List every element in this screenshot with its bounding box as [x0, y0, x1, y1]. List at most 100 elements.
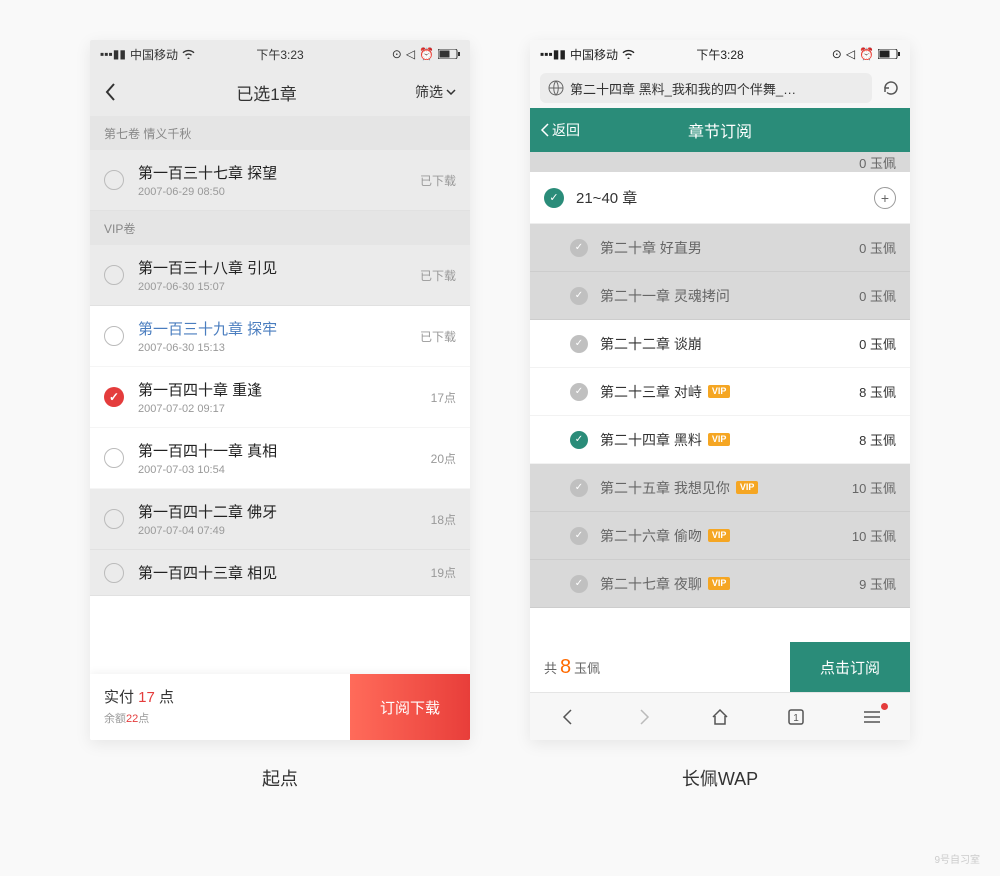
vip-badge: VIP: [708, 577, 731, 590]
chapter-title: 第一百三十七章 探望: [138, 162, 420, 183]
select-radio[interactable]: [104, 448, 124, 468]
chapter-status: 已下载: [420, 267, 456, 284]
browser-url-bar: 第二十四章 黑料_我和我的四个伴舞_…: [530, 68, 910, 108]
pay-line: 实付 17 点: [104, 686, 336, 707]
chapter-title: 第一百三十八章 引见: [138, 257, 420, 278]
select-radio[interactable]: [104, 563, 124, 583]
chapter-row[interactable]: 第一百三十八章 引见2007-06-30 15:07已下载: [90, 245, 470, 306]
check-icon[interactable]: [570, 239, 588, 257]
nav-forward-icon[interactable]: [632, 705, 656, 729]
chapter-row[interactable]: 第二十一章 灵魂拷问0 玉佩: [530, 272, 910, 320]
chapter-status: 19点: [431, 564, 456, 581]
subscribe-button[interactable]: 点击订阅: [790, 642, 910, 692]
chapter-title: 第二十六章 偷吻 VIP: [600, 526, 852, 546]
screenshot-label: 起点: [262, 765, 298, 791]
chapter-row[interactable]: 第二十六章 偷吻 VIP10 玉佩: [530, 512, 910, 560]
vip-badge: VIP: [708, 433, 731, 446]
carrier-label: 中国移动: [130, 46, 178, 63]
check-icon[interactable]: [570, 383, 588, 401]
chapter-title: 第二十一章 灵魂拷问: [600, 286, 859, 306]
section-header: 第七卷 情义千秋: [90, 116, 470, 150]
globe-icon: [548, 80, 564, 96]
chapter-title: 第二十二章 谈崩: [600, 334, 859, 354]
check-icon[interactable]: [570, 527, 588, 545]
chapter-row[interactable]: 第二十五章 我想见你 VIP10 玉佩: [530, 464, 910, 512]
wifi-icon: [622, 49, 635, 59]
back-button[interactable]: 返回: [540, 120, 580, 140]
chapter-price: 9 玉佩: [859, 574, 896, 593]
filter-label: 筛选: [415, 82, 443, 102]
chapter-row[interactable]: 第一百三十七章 探望 2007-06-29 08:50已下载: [90, 150, 470, 211]
chapter-group-row[interactable]: 21~40 章 +: [530, 172, 910, 224]
chapter-title: 第一百四十三章 相见: [138, 562, 431, 583]
select-radio[interactable]: [104, 509, 124, 529]
signal-icon: ▪▪▪▮▮: [100, 47, 126, 61]
vip-badge: VIP: [736, 481, 759, 494]
time-label: 下午3:23: [256, 46, 303, 63]
status-bar: ▪▪▪▮▮ 中国移动 下午3:23 ⊙ ◁ ⏰: [90, 40, 470, 68]
chapter-date: 2007-07-03 10:54: [138, 464, 431, 476]
chapter-row[interactable]: 第二十三章 对峙 VIP8 玉佩: [530, 368, 910, 416]
chapter-status: 17点: [431, 389, 456, 406]
select-radio[interactable]: [104, 326, 124, 346]
back-icon[interactable]: [104, 82, 118, 102]
chapter-row[interactable]: 第二十二章 谈崩0 玉佩: [530, 320, 910, 368]
chapter-row[interactable]: 第一百四十二章 佛牙2007-07-04 07:4918点: [90, 489, 470, 550]
check-icon: [544, 188, 564, 208]
check-icon[interactable]: [570, 335, 588, 353]
check-icon[interactable]: [570, 287, 588, 305]
chapter-row[interactable]: 第一百四十一章 真相 2007-07-03 10:5420点: [90, 428, 470, 489]
footer-info: 实付 17 点 余额22点: [90, 674, 350, 740]
chapter-title: 第一百四十二章 佛牙: [138, 501, 431, 522]
check-icon[interactable]: [570, 431, 588, 449]
chapter-list: 第二十章 好直男0 玉佩第二十一章 灵魂拷问0 玉佩第二十二章 谈崩0 玉佩第二…: [530, 224, 910, 608]
chapter-status: 20点: [431, 450, 456, 467]
select-radio[interactable]: [104, 170, 124, 190]
chapter-price: 10 玉佩: [852, 526, 896, 545]
chapter-title: 第二十五章 我想见你 VIP: [600, 478, 852, 498]
chapter-title: 第二十章 好直男: [600, 238, 859, 258]
chapter-row[interactable]: 第二十章 好直男0 玉佩: [530, 224, 910, 272]
select-radio[interactable]: [104, 265, 124, 285]
balance-line: 余额22点: [104, 710, 336, 726]
time-label: 下午3:28: [696, 46, 743, 63]
chapter-status: 已下载: [420, 172, 456, 189]
menu-icon[interactable]: [860, 705, 884, 729]
signal-icon: ▪▪▪▮▮: [540, 47, 566, 61]
chevron-down-icon: [446, 89, 456, 95]
home-icon[interactable]: [708, 705, 732, 729]
check-icon[interactable]: [570, 479, 588, 497]
wifi-icon: [182, 49, 195, 59]
notification-dot: [881, 703, 888, 710]
reload-icon[interactable]: [882, 79, 900, 97]
chapter-row[interactable]: 第二十七章 夜聊 VIP9 玉佩: [530, 560, 910, 608]
url-field[interactable]: 第二十四章 黑料_我和我的四个伴舞_…: [540, 73, 872, 103]
chapter-title: 第一百四十一章 真相: [138, 440, 431, 461]
chapter-row[interactable]: 第一百四十章 重逢2007-07-02 09:1717点: [90, 367, 470, 428]
filter-button[interactable]: 筛选: [415, 82, 456, 102]
tabs-icon[interactable]: 1: [784, 705, 808, 729]
check-icon[interactable]: [570, 575, 588, 593]
vip-badge: VIP: [708, 385, 731, 398]
battery-icon: [438, 49, 460, 59]
orientation-icon: ⊙: [832, 47, 842, 61]
expand-icon[interactable]: +: [874, 187, 896, 209]
chapter-row[interactable]: 第一百三十九章 探牢2007-06-30 15:13已下载: [90, 306, 470, 367]
chapter-date: 2007-06-29 08:50: [138, 186, 420, 198]
chapter-row[interactable]: 第二十四章 黑料 VIP8 玉佩: [530, 416, 910, 464]
page-title: 已选1章: [236, 80, 296, 105]
chapter-price: 0 玉佩: [859, 238, 896, 257]
qidian-phone: ▪▪▪▮▮ 中国移动 下午3:23 ⊙ ◁ ⏰ 已选1章: [90, 40, 470, 740]
nav-back-icon[interactable]: [556, 705, 580, 729]
purchase-footer: 实付 17 点 余额22点 订阅下载: [90, 674, 470, 740]
subscribe-download-button[interactable]: 订阅下载: [350, 674, 470, 740]
chapter-price: 0 玉佩: [859, 286, 896, 305]
group-title: 21~40 章: [576, 187, 874, 208]
select-radio[interactable]: [104, 387, 124, 407]
vip-badge: VIP: [708, 529, 731, 542]
back-label: 返回: [552, 120, 580, 140]
changpei-screenshot: ▪▪▪▮▮ 中国移动 下午3:28 ⊙ ◁ ⏰ 第二十四章: [530, 40, 910, 791]
location-icon: ◁: [406, 47, 415, 61]
chapter-row[interactable]: 第一百四十三章 相见19点: [90, 550, 470, 596]
location-icon: ◁: [846, 47, 855, 61]
